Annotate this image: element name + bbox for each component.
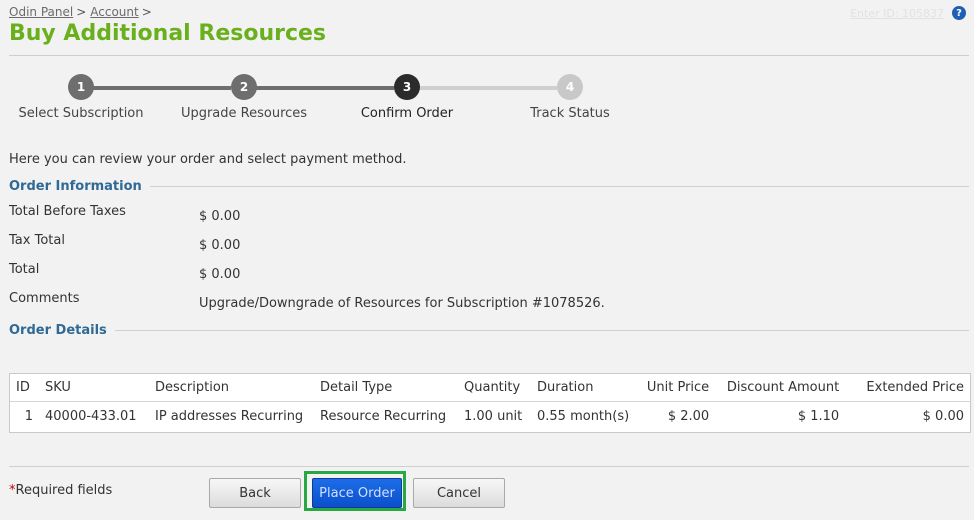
cell-sku: 40000-433.01 (45, 409, 137, 424)
cell-quantity: 1.00 unit (464, 409, 523, 424)
place-order-button[interactable]: Place Order (312, 478, 402, 508)
step-1-circle: 1 (68, 74, 94, 100)
top-right-tools: Enter ID: 105837 ? (850, 6, 966, 20)
faint-top-link[interactable]: Enter ID: 105837 (850, 7, 944, 20)
column-header-duration: Duration (531, 374, 636, 402)
total-label: Total (9, 262, 40, 277)
section-divider (114, 330, 969, 331)
cell-extended-price: $ 0.00 (922, 409, 964, 424)
cell-detail-type: Resource Recurring (320, 409, 447, 424)
page-title: Buy Additional Resources (9, 21, 327, 46)
back-button[interactable]: Back (209, 478, 301, 508)
column-header-extended-price: Extended Price (845, 374, 970, 402)
breadcrumb-link-account[interactable]: Account (90, 5, 138, 19)
order-details-heading: Order Details (9, 323, 107, 338)
order-information-header: Order Information (9, 179, 969, 194)
step-4-circle: 4 (557, 74, 583, 100)
total-before-taxes-value: $ 0.00 (199, 209, 241, 224)
order-details-table: ID SKU Description Detail Type Quantity … (9, 373, 971, 433)
step-2-circle: 2 (231, 74, 257, 100)
total-value: $ 0.00 (199, 267, 241, 282)
step-3-circle: 3 (394, 74, 420, 100)
column-header-detail-type: Detail Type (314, 374, 458, 402)
help-icon[interactable]: ? (952, 6, 966, 20)
required-fields-note: *Required fields (9, 483, 112, 498)
breadcrumb-separator: > (141, 5, 152, 19)
title-divider (9, 55, 969, 56)
section-divider (149, 186, 969, 187)
column-header-unit-price: Unit Price (635, 374, 716, 402)
breadcrumb-link-odin-panel[interactable]: Odin Panel (9, 5, 73, 19)
cell-duration: 0.55 month(s) (537, 409, 630, 424)
order-information-heading: Order Information (9, 179, 142, 194)
step-1-label: Select Subscription (18, 106, 144, 121)
cell-discount-amount: $ 1.10 (797, 409, 840, 424)
cancel-button[interactable]: Cancel (413, 478, 505, 508)
column-header-quantity: Quantity (458, 374, 531, 402)
step-2-label: Upgrade Resources (180, 106, 308, 121)
breadcrumb: Odin Panel > Account > (9, 5, 156, 19)
step-connector-1-2 (93, 86, 231, 90)
step-connector-3-4 (419, 86, 557, 90)
column-header-sku: SKU (39, 374, 149, 402)
footer-divider (9, 466, 969, 467)
cell-id: 1 (24, 409, 33, 424)
table-row: 1 40000-433.01 IP addresses Recurring Re… (10, 402, 970, 432)
breadcrumb-separator: > (76, 5, 87, 19)
tax-total-value: $ 0.00 (199, 238, 241, 253)
column-header-id: ID (10, 374, 39, 402)
total-before-taxes-label: Total Before Taxes (9, 204, 126, 219)
comments-value: Upgrade/Downgrade of Resources for Subsc… (199, 296, 605, 311)
tax-total-label: Tax Total (9, 233, 65, 248)
step-connector-2-3 (256, 86, 394, 90)
comments-label: Comments (9, 291, 80, 306)
cell-unit-price: $ 2.00 (667, 409, 710, 424)
table-header-row: ID SKU Description Detail Type Quantity … (10, 374, 970, 402)
intro-text: Here you can review your order and selec… (9, 152, 407, 167)
step-3-label: Confirm Order (360, 106, 454, 121)
order-details-header: Order Details (9, 323, 969, 338)
column-header-description: Description (149, 374, 314, 402)
cell-description: IP addresses Recurring (155, 409, 304, 424)
required-fields-text: Required fields (15, 483, 113, 498)
step-4-label: Track Status (530, 106, 610, 121)
wizard-steps: 1 2 3 4 Select Subscription Upgrade Reso… (0, 74, 660, 124)
column-header-discount-amount: Discount Amount (715, 374, 846, 402)
